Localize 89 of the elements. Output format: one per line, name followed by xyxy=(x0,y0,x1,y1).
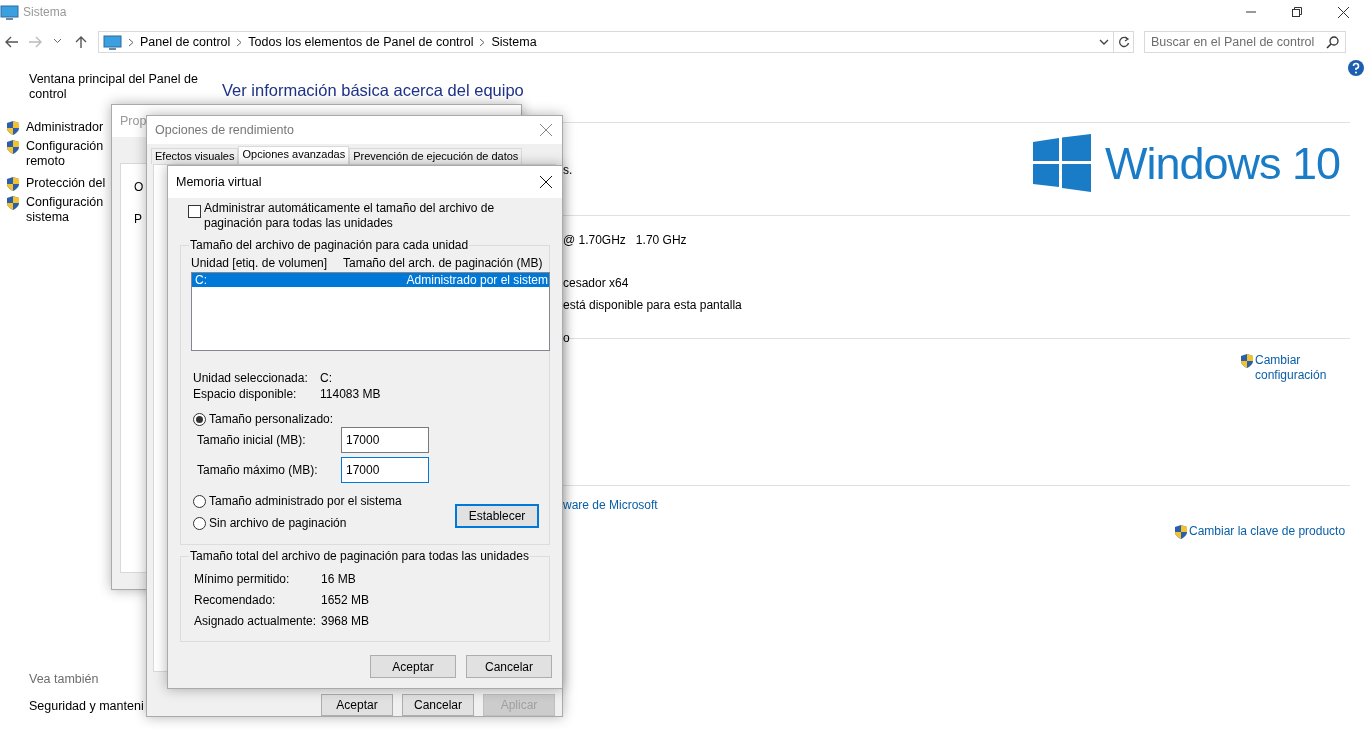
chevron-right-icon xyxy=(236,37,243,47)
field-label: Tamaño máximo (MB): xyxy=(197,462,319,479)
radio-label: Sin archivo de paginación xyxy=(209,515,347,531)
checkbox[interactable] xyxy=(188,205,201,218)
sidebar-link[interactable]: Ventana principal del Panel de control xyxy=(29,72,199,102)
help-icon xyxy=(1348,60,1364,76)
field-label: Asignado actualmente: xyxy=(194,613,318,629)
list-row[interactable]: C: Administrado por el sistem xyxy=(192,273,549,287)
shield-icon xyxy=(6,120,20,136)
dialog-button[interactable]: Cancelar xyxy=(402,694,474,716)
sidebar-link[interactable]: Configuración remoto xyxy=(26,139,104,169)
close-icon xyxy=(540,124,552,136)
info-text: @ 1.70GHz 1.70 GHz xyxy=(563,232,687,249)
address-bar[interactable]: Panel de control Todos los elementos de Panel de control Sistema xyxy=(98,31,1114,53)
radio-label: Tamaño personalizado: xyxy=(209,411,334,427)
back-arrow-icon xyxy=(3,35,20,49)
field-label: Unidad seleccionada: xyxy=(193,370,309,386)
refresh-icon xyxy=(1117,36,1130,48)
field-label: Recomendado: xyxy=(194,592,277,608)
field-value: 1652 MB xyxy=(321,592,370,608)
tab[interactable]: Efectos visuales xyxy=(151,148,239,164)
dialog-title: Prop xyxy=(120,112,147,130)
dialog-button[interactable]: Aceptar xyxy=(370,655,456,678)
chevron-right-icon xyxy=(128,37,134,47)
dialog-button[interactable]: Cancelar xyxy=(466,655,552,678)
chevron-down-icon xyxy=(1099,38,1109,46)
dialog-title: Opciones de rendimiento xyxy=(155,121,294,139)
radio-button[interactable] xyxy=(193,516,206,530)
windows-logo-icon xyxy=(1033,134,1091,192)
input-field[interactable]: 17000 xyxy=(341,427,429,453)
info-text: s. xyxy=(563,162,573,179)
field-value: C: xyxy=(320,370,332,386)
forward-arrow-icon xyxy=(26,35,43,49)
field-label: Mínimo permitido: xyxy=(194,571,291,587)
shield-icon xyxy=(6,176,20,192)
computer-icon xyxy=(0,3,19,21)
shield-icon xyxy=(6,139,20,155)
search-field[interactable]: Buscar en el Panel de control xyxy=(1144,31,1346,53)
field-value: 114083 MB xyxy=(320,386,381,402)
radio-button[interactable] xyxy=(193,412,206,426)
window-title: Sistema xyxy=(23,4,67,21)
search-icon xyxy=(1326,36,1339,49)
drive-list[interactable]: C: Administrado por el sistem xyxy=(191,272,550,351)
group-title: Tamaño total del archivo de paginación para todas las unidades xyxy=(189,549,530,563)
breadcrumb-item[interactable]: Panel de control xyxy=(140,32,231,52)
radio-label: Tamaño administrado por el sistema xyxy=(209,493,402,509)
logo-text: Windows 10 xyxy=(1105,140,1341,186)
link[interactable]: Cambiar la clave de producto xyxy=(1189,524,1346,540)
info-text: P xyxy=(134,211,142,228)
close-icon xyxy=(1337,6,1349,18)
restore-icon xyxy=(1292,6,1302,17)
field-value: 3968 MB xyxy=(321,613,370,629)
field-label: Espacio disponible: xyxy=(193,386,298,402)
shield-icon xyxy=(1240,353,1254,369)
link[interactable]: ware de Microsoft xyxy=(563,496,658,514)
section-label: Vea también xyxy=(29,671,100,688)
tab[interactable]: Opciones avanzadas xyxy=(238,146,350,164)
up-arrow-icon xyxy=(73,35,88,49)
page-heading: Ver información básica acerca del equipo xyxy=(222,80,524,101)
shield-icon xyxy=(1174,524,1188,540)
field-value: 16 MB xyxy=(321,571,356,587)
dialog-button[interactable]: Aceptar xyxy=(321,694,393,716)
shield-icon xyxy=(6,195,20,211)
breadcrumb-item[interactable]: Sistema xyxy=(491,32,537,52)
sidebar-link[interactable]: Configuración sistema xyxy=(26,195,104,225)
checkbox-label: Administrar automáticamente el tamaño del archivo de paginación para todas las unidades xyxy=(204,201,496,231)
radio-button[interactable] xyxy=(193,494,206,508)
sidebar-link[interactable]: Administrador xyxy=(26,120,104,136)
sidebar-link[interactable]: Protección del xyxy=(26,176,106,192)
table-cell: C: xyxy=(195,273,207,287)
column-header: Tamaño del arch. de paginación (MB) xyxy=(343,256,543,270)
info-text: o xyxy=(563,330,570,347)
tab[interactable]: Prevención de ejecución de datos xyxy=(349,148,523,164)
column-header: Unidad [etiq. de volumen] xyxy=(191,256,329,270)
info-text: O xyxy=(134,179,144,196)
link[interactable]: Cambiar configuración xyxy=(1255,353,1327,383)
set-button[interactable]: Establecer xyxy=(455,504,539,528)
field-label: Tamaño inicial (MB): xyxy=(197,432,307,449)
table-cell: Administrado por el sistem xyxy=(406,273,548,287)
sidebar-link[interactable]: Seguridad y manteni xyxy=(29,696,144,716)
breadcrumb-item[interactable]: Todos los elementos de Panel de control xyxy=(248,32,474,52)
info-text: está disponible para esta pantalla xyxy=(563,297,742,314)
input-field[interactable]: 17000 xyxy=(341,457,429,483)
computer-icon xyxy=(103,33,122,51)
group-title: Tamaño del archivo de paginación para cada unidad xyxy=(189,238,470,252)
dialog-title: Memoria virtual xyxy=(176,173,262,191)
chevron-right-icon xyxy=(479,37,486,47)
close-icon xyxy=(540,176,552,188)
info-text: cesador x64 xyxy=(563,275,629,292)
